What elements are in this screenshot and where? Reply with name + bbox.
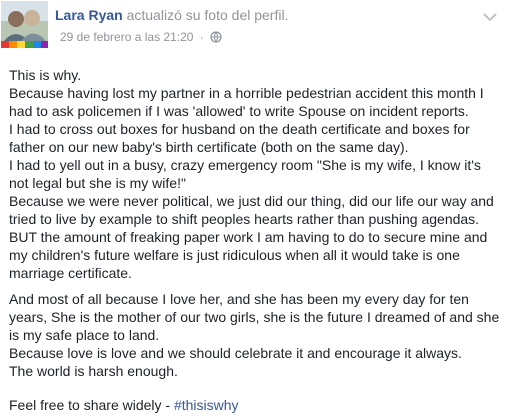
timestamp-link[interactable]: 29 de febrero a las 21:20 — [60, 30, 193, 44]
post-line: Because love is love and we should celeb… — [9, 345, 462, 361]
post-line: The world is harsh enough. — [9, 363, 178, 379]
post-paragraph-2: And most of all because I love her, and … — [9, 290, 501, 380]
meta-separator: · — [199, 30, 204, 44]
post-line: Because having lost my partner in a horr… — [9, 85, 484, 119]
post-meta: 29 de febrero a las 21:20 · — [60, 29, 222, 47]
post-line: And most of all because I love her, and … — [9, 291, 500, 343]
avatar[interactable] — [1, 1, 48, 48]
hashtag-link[interactable]: #thisiswhy — [174, 397, 239, 413]
post-title: Lara Ryan actualizó su foto del perfil. — [55, 6, 288, 24]
facebook-post: Lara Ryan actualizó su foto del perfil. … — [0, 0, 506, 418]
post-line: I had to cross out boxes for husband on … — [9, 121, 470, 155]
post-header: Lara Ryan actualizó su foto del perfil. … — [0, 0, 506, 50]
post-paragraph-1: This is why. Because having lost my part… — [9, 66, 501, 282]
post-action-text: actualizó su foto del perfil. — [126, 7, 289, 23]
post-line: BUT the amount of freaking paper work I … — [9, 229, 488, 281]
post-line: Because we were never political, we just… — [9, 193, 494, 227]
author-name-link[interactable]: Lara Ryan — [55, 7, 123, 23]
globe-icon[interactable] — [210, 31, 222, 47]
profile-photo — [1, 1, 48, 48]
share-text: Feel free to share widely - — [9, 397, 174, 413]
post-line: This is why. — [9, 67, 82, 83]
post-line: I had to yell out in a busy, crazy emerg… — [9, 157, 481, 191]
post-body: This is why. Because having lost my part… — [9, 66, 501, 380]
chevron-down-icon[interactable] — [482, 10, 498, 22]
post-footer: Feel free to share widely - #thisiswhy — [9, 396, 239, 414]
